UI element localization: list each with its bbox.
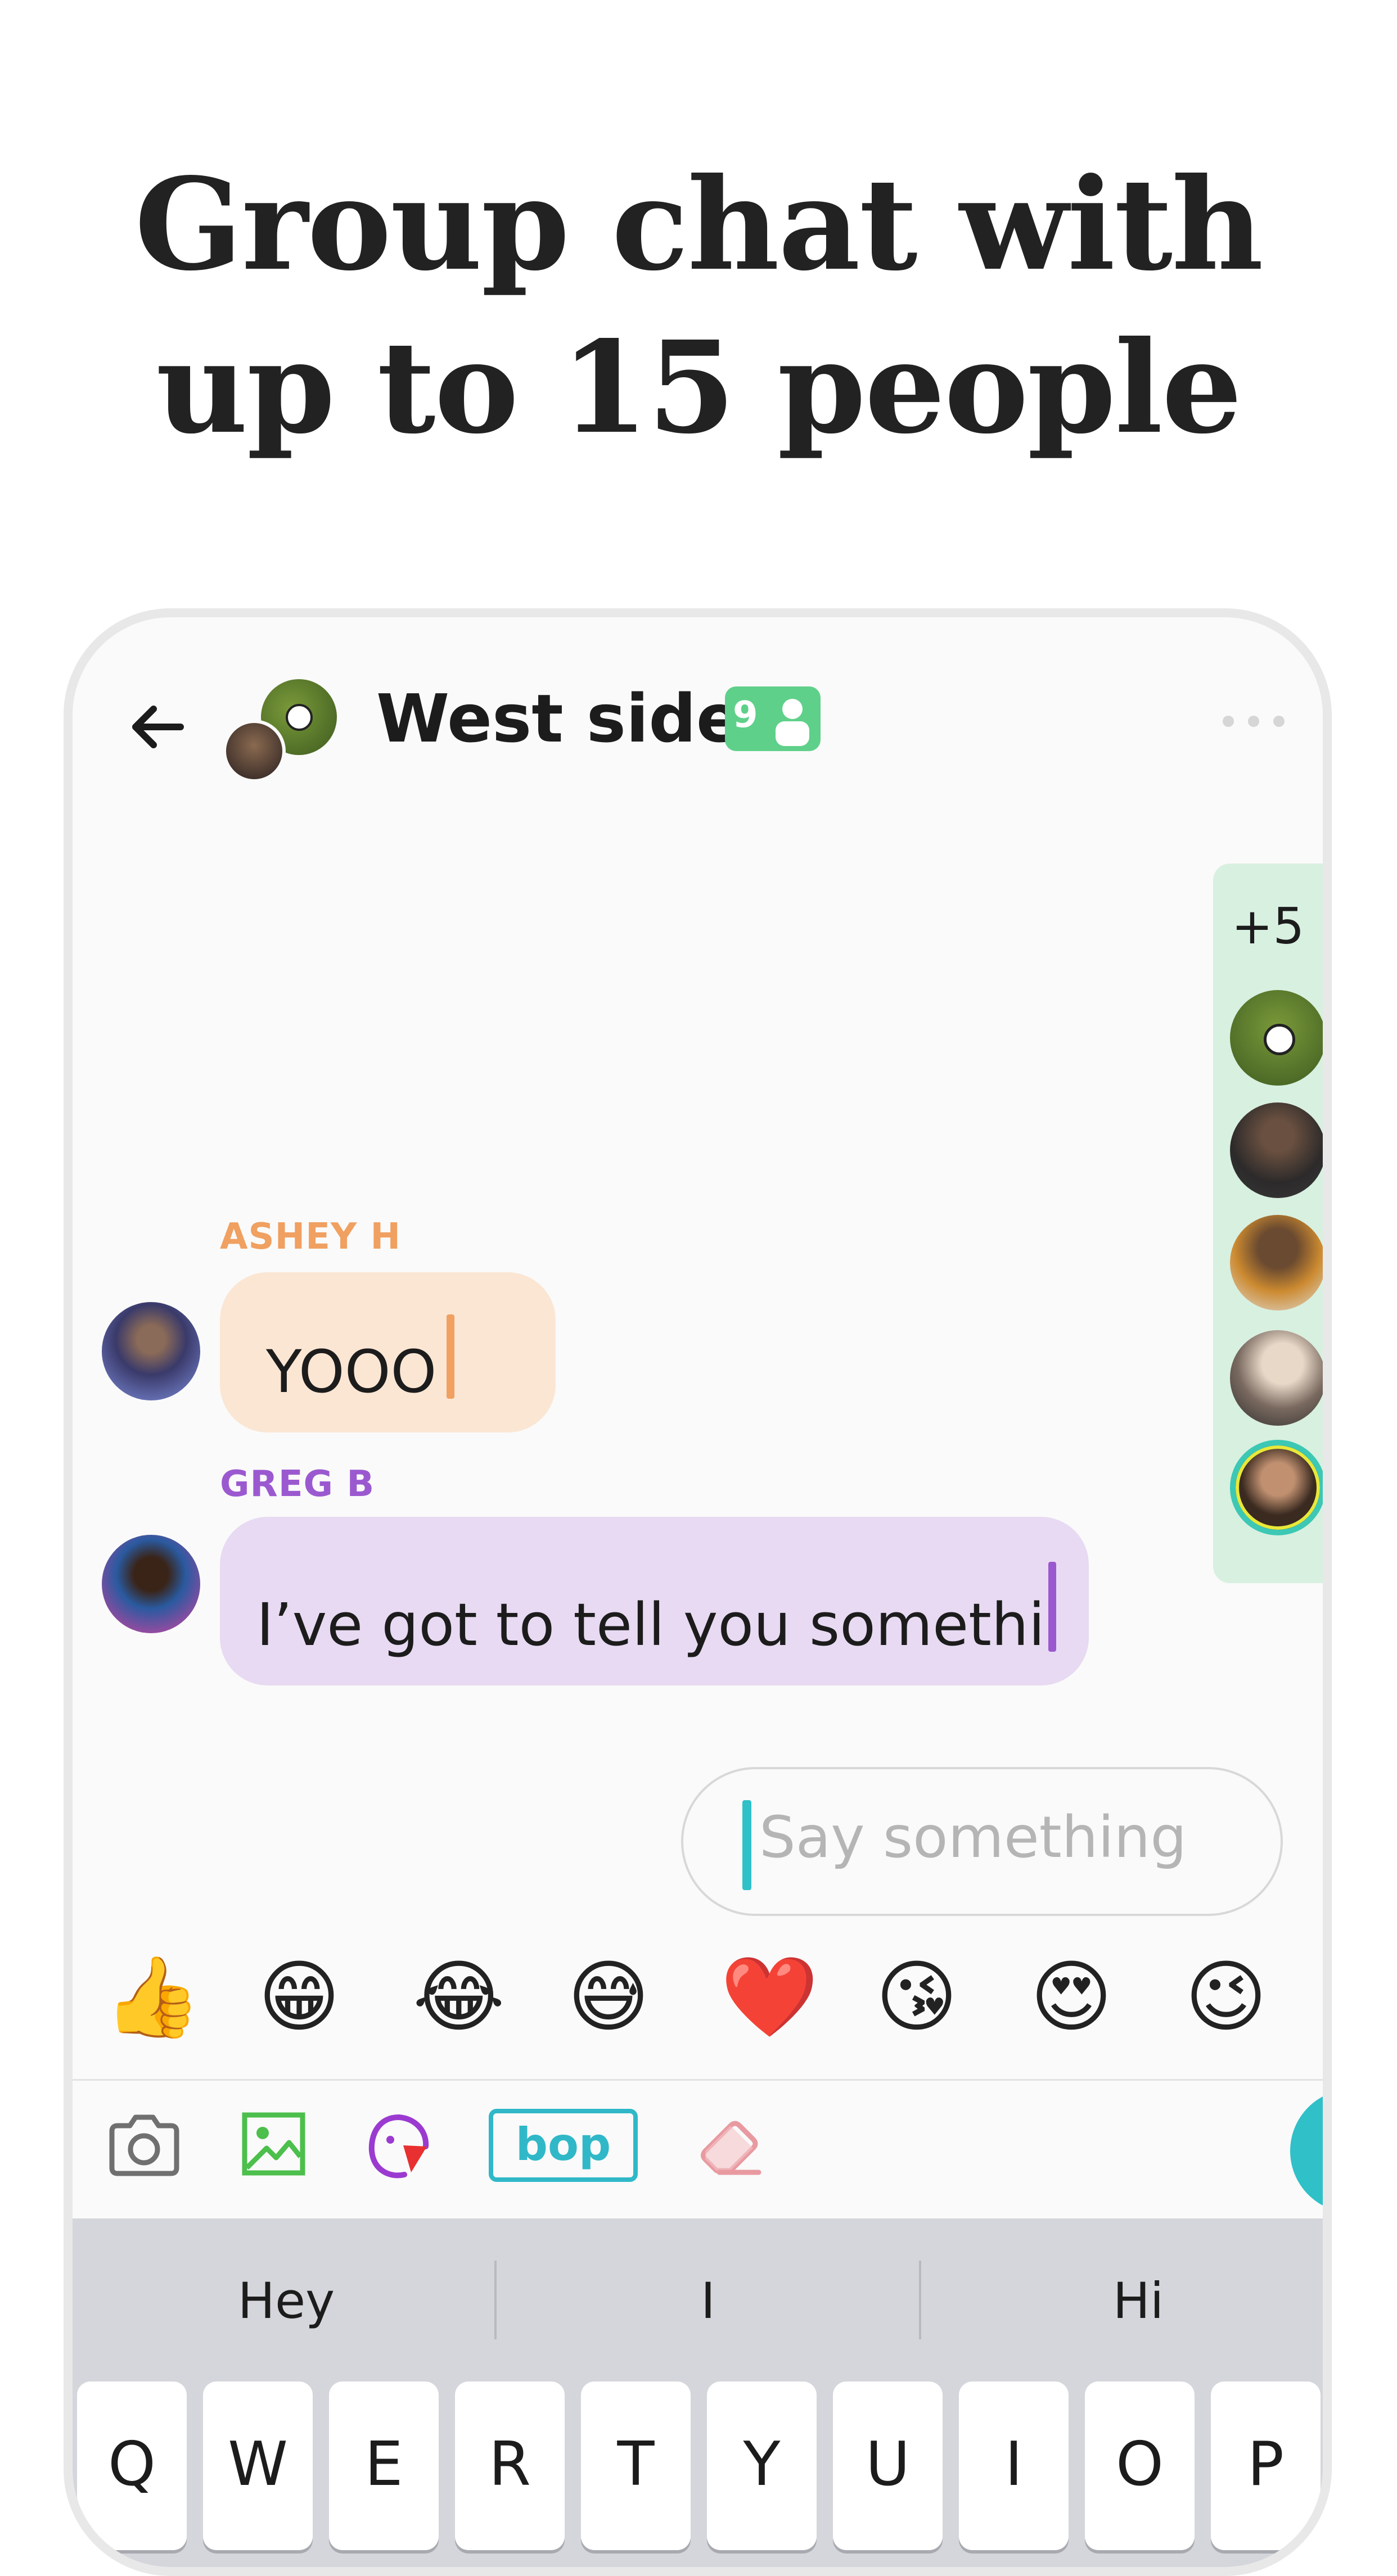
key-u[interactable]: U	[833, 2381, 943, 2550]
member-avatar-active[interactable]	[1230, 1440, 1323, 1535]
camera-icon[interactable]	[106, 2112, 182, 2179]
back-arrow-icon[interactable]	[124, 693, 192, 761]
key-i[interactable]: I	[959, 2381, 1069, 2550]
headline-line-2: up to 15 people	[156, 314, 1242, 462]
suggestion[interactable]: I	[596, 2272, 821, 2330]
send-button[interactable]	[1290, 2089, 1323, 2213]
emoji-heart-eyes[interactable]: 😍	[1030, 1953, 1112, 2042]
member-rail: +5	[1213, 864, 1323, 1583]
image-icon[interactable]	[241, 2112, 306, 2176]
member-count-badge[interactable]: 9	[725, 686, 821, 751]
emoji-tears-of-joy[interactable]: 😂	[413, 1953, 505, 2042]
emoji-grin[interactable]: 😁	[258, 1953, 340, 2042]
key-p[interactable]: P	[1211, 2381, 1321, 2550]
key-w[interactable]: W	[203, 2381, 313, 2550]
message-input[interactable]: Say something	[681, 1767, 1283, 1916]
soccer-ball-icon	[1264, 1024, 1295, 1055]
message-text: YOOO	[266, 1337, 437, 1406]
sender-name: GREG B	[220, 1463, 375, 1505]
emoji-thumbs-up[interactable]: 👍	[103, 1953, 201, 2042]
sender-name: ASHEY H	[220, 1216, 402, 1258]
sticker-icon[interactable]	[365, 2112, 432, 2182]
emoji-heart[interactable]: ❤️	[720, 1953, 818, 2042]
message-bubble: YOOO	[220, 1272, 556, 1432]
member-avatar[interactable]	[1230, 1215, 1323, 1310]
bop-button[interactable]: bop	[489, 2109, 638, 2182]
composer-toolbar: bop	[73, 2079, 1323, 2218]
emoji-wink[interactable]: 😉	[1185, 1953, 1267, 2042]
key-o[interactable]: O	[1085, 2381, 1195, 2550]
sender-avatar[interactable]	[102, 1302, 200, 1400]
soccer-ball-icon	[286, 704, 313, 731]
more-options-icon[interactable]	[1220, 713, 1287, 730]
typing-cursor	[1048, 1562, 1056, 1652]
chat-screen: West side 9 +5 ASHEY H YOOO GREG B I’ve …	[73, 617, 1323, 2567]
member-avatar[interactable]	[1230, 1102, 1323, 1198]
keyboard: Hey I Hi Q W E R T Y U I O P	[73, 2218, 1323, 2567]
suggestion[interactable]: Hi	[1026, 2272, 1251, 2330]
extra-members-count[interactable]: +5	[1213, 897, 1323, 955]
member-avatar[interactable]	[1230, 990, 1323, 1086]
person-icon	[776, 699, 809, 746]
suggestion-divider	[919, 2261, 921, 2339]
input-placeholder: Say something	[759, 1804, 1187, 1871]
message-bubble: I’ve got to tell you somethi	[220, 1517, 1089, 1685]
key-e[interactable]: E	[329, 2381, 439, 2550]
key-r[interactable]: R	[455, 2381, 565, 2550]
headline: Group chat with up to 15 people	[0, 143, 1397, 469]
phone-frame: West side 9 +5 ASHEY H YOOO GREG B I’ve …	[64, 608, 1332, 2576]
member-count: 9	[733, 694, 758, 736]
sender-avatar[interactable]	[102, 1535, 200, 1633]
message-text: I’ve got to tell you somethi	[256, 1590, 1045, 1659]
key-q[interactable]: Q	[77, 2381, 187, 2550]
suggestion-divider	[494, 2261, 497, 2339]
member-avatar-small	[223, 720, 286, 783]
suggestion[interactable]: Hey	[174, 2272, 399, 2330]
key-y[interactable]: Y	[707, 2381, 817, 2550]
emoji-sweat-smile[interactable]: 😅	[567, 1953, 650, 2042]
member-avatar[interactable]	[1230, 1330, 1323, 1426]
typing-cursor	[447, 1314, 455, 1399]
chat-title[interactable]: West side	[376, 679, 741, 758]
emoji-kiss[interactable]: 😘	[876, 1953, 958, 2042]
headline-line-1: Group chat with	[134, 151, 1263, 299]
eraser-icon[interactable]	[697, 2112, 764, 2176]
key-t[interactable]: T	[581, 2381, 691, 2550]
